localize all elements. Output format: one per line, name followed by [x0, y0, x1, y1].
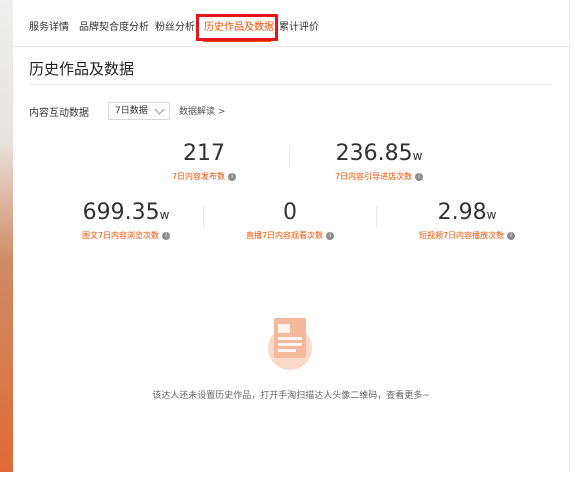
stat-label: 直播7日内容观看次数 i: [230, 230, 350, 241]
empty-document-icon: [268, 318, 312, 370]
bottom-margin: [0, 472, 583, 484]
stat-label: 7日内容引导进店次数 i: [319, 171, 439, 182]
stat-store-visits: 236.85w 7日内容引导进店次数 i: [319, 141, 439, 182]
data-interpretation-link[interactable]: 数据解读 >: [179, 104, 225, 117]
stat-label: 图文7日内容浏览次数 i: [66, 230, 186, 241]
tab-service-details[interactable]: 服务详情: [29, 18, 69, 38]
stat-label: 7日内容发布数 i: [159, 171, 249, 182]
stat-value: 2.98w: [437, 200, 497, 225]
stat-value: 699.35w: [82, 200, 170, 225]
info-icon[interactable]: i: [162, 231, 171, 240]
tab-cumulative-reviews[interactable]: 累计评价: [279, 18, 319, 38]
stat-divider: [289, 146, 290, 168]
stat-value: 217: [183, 141, 225, 166]
stat-label: 短视频7日内容播放次数 i: [399, 230, 535, 241]
stat-value: 0: [283, 200, 297, 225]
stat-divider: [376, 206, 377, 228]
info-icon[interactable]: i: [326, 231, 335, 240]
tab-highlight-box: [196, 14, 278, 41]
period-select[interactable]: 7日数据: [108, 102, 170, 120]
tab-bar: 服务详情 品牌契合度分析 粉丝分析 历史作品及数据 累计评价: [13, 12, 569, 47]
info-icon[interactable]: i: [507, 231, 516, 240]
period-select-value: 7日数据: [115, 106, 148, 116]
stat-graphic-views: 699.35w 图文7日内容浏览次数 i: [66, 200, 186, 241]
section-divider: [29, 84, 551, 85]
section-title: 历史作品及数据: [29, 60, 135, 78]
tab-fan-analysis[interactable]: 粉丝分析: [155, 18, 195, 38]
empty-state-message: 该达人还未设置历史作品，打开手淘扫描达人头像二维码，查看更多~: [152, 391, 430, 401]
stat-value: 236.85w: [335, 141, 423, 166]
chevron-down-icon: [154, 104, 165, 115]
stat-posts: 217 7日内容发布数 i: [159, 141, 249, 182]
content-interaction-label: 内容互动数据: [29, 108, 89, 119]
stat-divider: [203, 206, 204, 228]
info-icon[interactable]: i: [415, 172, 424, 181]
info-icon[interactable]: i: [228, 172, 237, 181]
tab-brand-fit-analysis[interactable]: 品牌契合度分析: [79, 18, 149, 38]
stat-video-plays: 2.98w 短视频7日内容播放次数 i: [399, 200, 535, 241]
stat-live-views: 0 直播7日内容观看次数 i: [230, 200, 350, 241]
left-background-strip: [0, 0, 13, 472]
detail-panel: 服务详情 品牌契合度分析 粉丝分析 历史作品及数据 累计评价 历史作品及数据 内…: [13, 0, 570, 472]
